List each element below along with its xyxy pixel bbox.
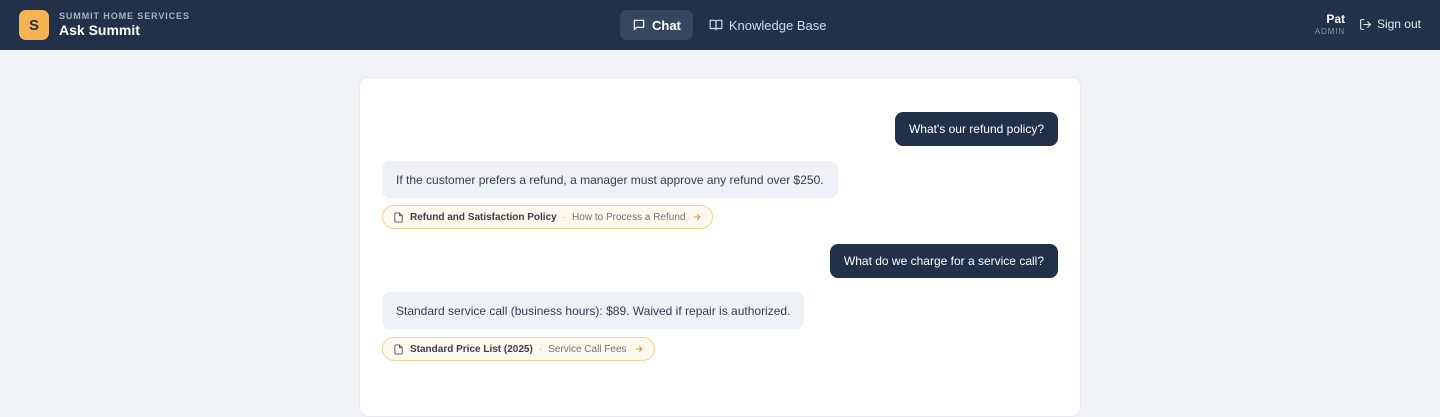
source-separator: · <box>562 211 567 223</box>
document-icon <box>394 343 403 355</box>
arrow-right-icon <box>692 212 702 222</box>
chat-panel: What's our refund policy? If the custome… <box>359 77 1081 417</box>
user-info: Pat ADMIN <box>1315 13 1345 37</box>
sign-out-icon <box>1360 18 1371 30</box>
document-icon <box>394 211 403 223</box>
sign-out-label: Sign out <box>1376 17 1421 31</box>
source-section: How to Process a Refund <box>572 211 686 223</box>
tab-knowledge-base-label: Knowledge Base <box>728 17 827 33</box>
source-title: Refund and Satisfaction Policy <box>410 211 557 223</box>
arrow-right-icon <box>634 344 644 354</box>
assistant-message: Standard service call (business hours): … <box>382 292 805 329</box>
source-citation[interactable]: Refund and Satisfaction Policy · How to … <box>382 205 714 229</box>
user-role: ADMIN <box>1314 27 1345 36</box>
source-separator: · <box>538 343 543 355</box>
book-icon <box>709 19 723 31</box>
tab-knowledge-base[interactable]: Knowledge Base <box>697 10 839 40</box>
tab-chat-label: Chat <box>652 17 681 33</box>
assistant-message: If the customer prefers a refund, a mana… <box>382 161 838 198</box>
user-message: What do we charge for a service call? <box>829 244 1058 278</box>
source-citation[interactable]: Standard Price List (2025) · Service Cal… <box>382 337 655 361</box>
brand[interactable]: S SUMMIT HOME SERVICES Ask Summit <box>19 10 190 40</box>
brand-text: SUMMIT HOME SERVICES Ask Summit <box>59 11 190 39</box>
tab-chat[interactable]: Chat <box>620 10 693 40</box>
company-name: SUMMIT HOME SERVICES <box>59 11 190 21</box>
main-nav: Chat Knowledge Base <box>620 10 838 40</box>
sign-out-button[interactable]: Sign out <box>1359 17 1421 31</box>
user-message: What's our refund policy? <box>894 112 1058 146</box>
app-title: Ask Summit <box>59 22 140 38</box>
chat-bubble-icon <box>633 19 645 31</box>
top-navbar: S SUMMIT HOME SERVICES Ask Summit Chat K… <box>0 0 1440 50</box>
source-title: Standard Price List (2025) <box>410 343 533 355</box>
app-logo: S <box>19 10 49 40</box>
user-name: Pat <box>1326 12 1345 26</box>
source-section: Service Call Fees <box>548 343 627 355</box>
